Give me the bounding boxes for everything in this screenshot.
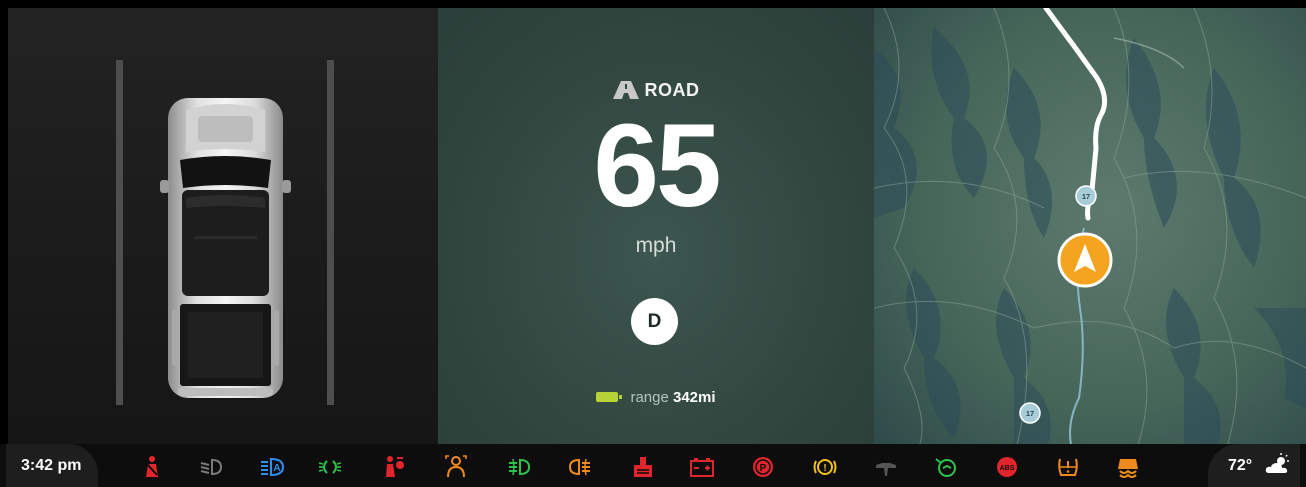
lane-line-left: [116, 60, 123, 405]
brake-warning-icon: !: [813, 459, 837, 475]
parking-brake-icon: P: [753, 457, 773, 477]
topographic-map: 17 17: [874, 8, 1306, 456]
battery-icon: [596, 392, 623, 402]
current-position-marker: [1057, 232, 1113, 288]
speed-value: 65: [593, 100, 721, 232]
instrument-cluster: ROAD 65 mph D range 342mi 17 17 3:42 pm …: [0, 0, 1306, 487]
road-icon: [612, 81, 639, 99]
coolant-warning-icon: [634, 457, 652, 477]
weather-tab: 72°: [1208, 444, 1300, 487]
drive-mode-label: ROAD: [644, 80, 700, 100]
truck-top-view-icon: [160, 98, 291, 398]
stability-control-icon: [1118, 459, 1138, 478]
svg-text:P: P: [760, 463, 767, 474]
range-label: range: [630, 389, 669, 406]
clock-time: 3:42 pm: [21, 457, 82, 474]
lane-line-right: [327, 60, 334, 405]
route-shield-lower-label: 17: [1026, 409, 1034, 418]
drive-mode-indicator: ROAD: [438, 80, 874, 101]
driver-monitor-icon: [445, 455, 467, 478]
partly-cloudy-icon: [1265, 453, 1289, 473]
gear-indicator: D: [631, 298, 678, 345]
speed-unit: mph: [635, 234, 677, 257]
seatbelt-warning-icon: [146, 456, 158, 477]
airbag-warning-icon: [386, 456, 404, 477]
svg-text:ABS: ABS: [1000, 465, 1015, 472]
front-fog-light-icon: [509, 458, 531, 476]
navigation-map[interactable]: 17 17: [874, 8, 1306, 456]
speed-panel: ROAD 65 mph D range 342mi: [438, 8, 874, 456]
range-value: 342mi: [673, 389, 716, 406]
vehicle-view-panel: [8, 8, 438, 444]
auto-high-beam-icon: A: [261, 457, 284, 477]
parking-lights-icon: [318, 460, 342, 474]
clock-tab: 3:42 pm: [6, 444, 98, 487]
battery-warning-icon: [690, 458, 714, 477]
route-shield-upper-label: 17: [1082, 192, 1090, 201]
svg-text:A: A: [273, 463, 280, 474]
abs-warning-icon: ABS: [997, 457, 1017, 477]
power-steering-icon: [876, 463, 896, 476]
steering-assist-icon: [935, 458, 956, 477]
outside-temperature: 72°: [1228, 457, 1253, 474]
rear-fog-light-icon: [568, 458, 590, 476]
low-beam-icon: [200, 458, 223, 476]
range-readout: range 342mi: [438, 389, 874, 406]
tire-pressure-icon: [1058, 458, 1078, 476]
svg-text:!: !: [823, 463, 826, 474]
